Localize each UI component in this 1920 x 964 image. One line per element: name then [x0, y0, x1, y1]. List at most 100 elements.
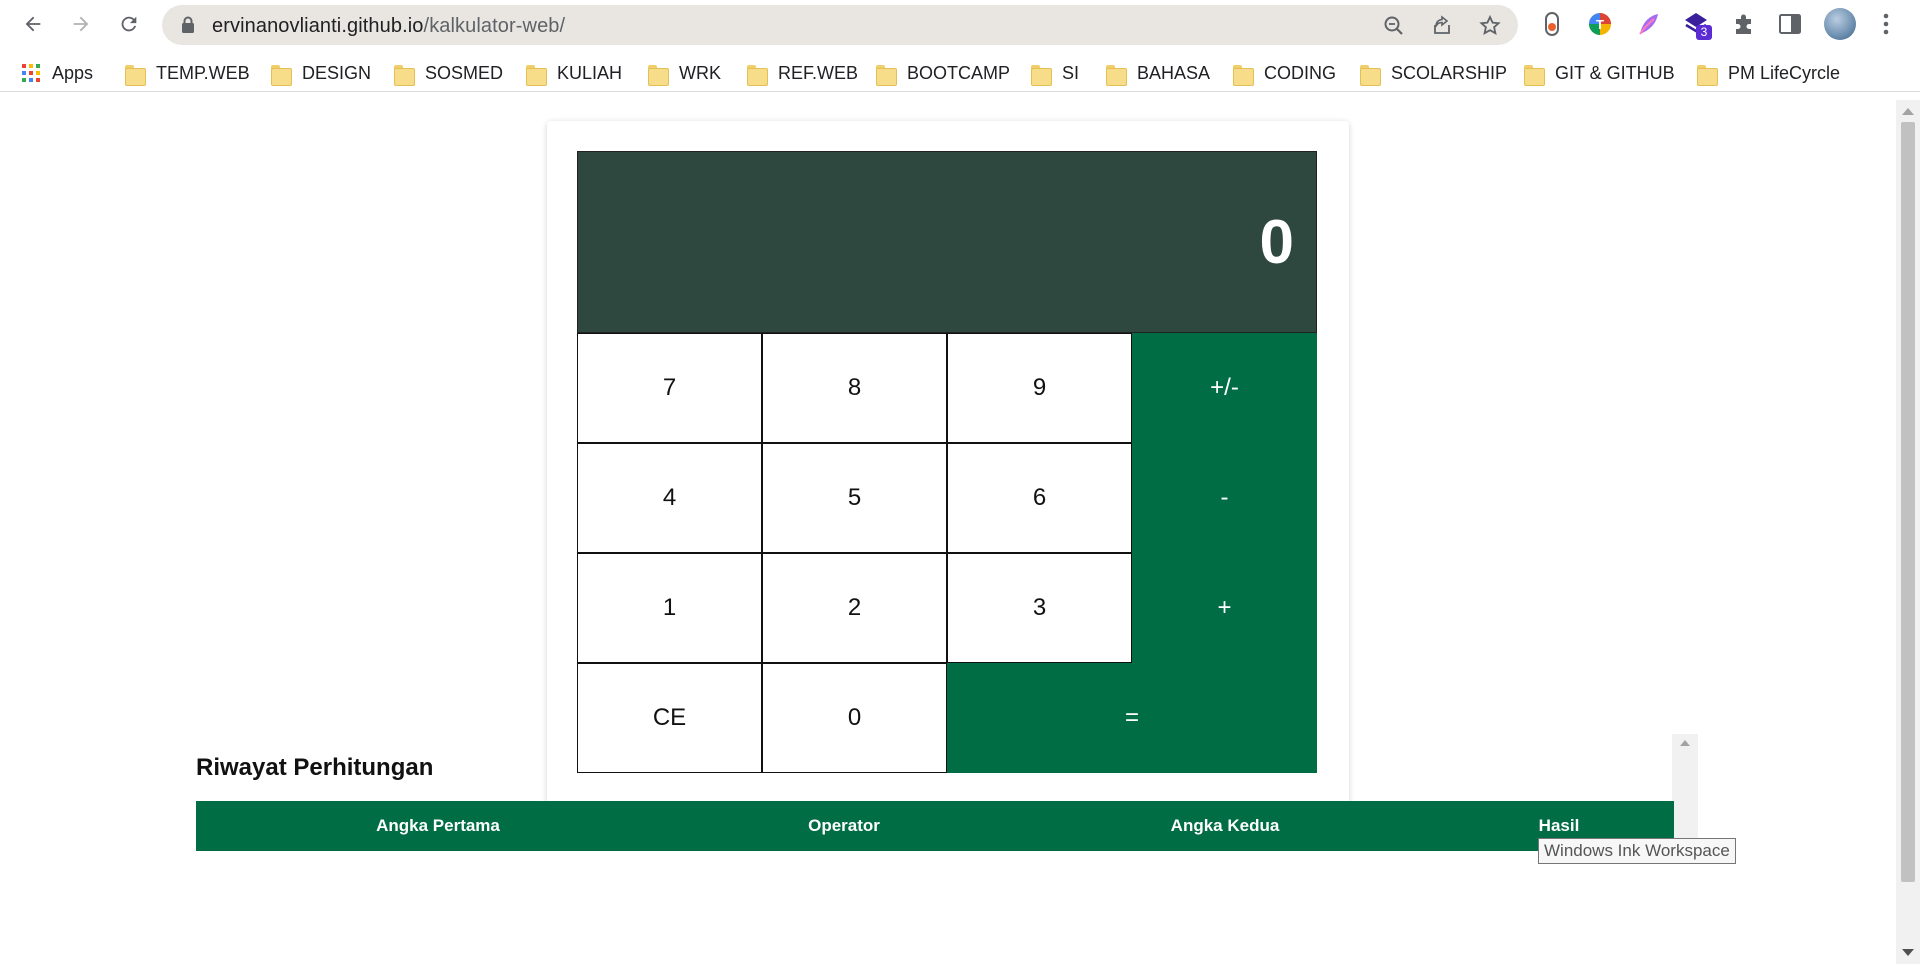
bookmark-label: Apps: [52, 62, 94, 83]
key-7[interactable]: 7: [577, 333, 762, 443]
calculator-display: 0: [577, 151, 1317, 333]
bookmark-folder-git-github[interactable]: GIT & GITHUB: [1524, 60, 1675, 86]
url-path: /kalkulator-web/: [423, 15, 566, 37]
back-button[interactable]: [17, 8, 49, 40]
folder-icon: [125, 65, 146, 86]
scroll-up-arrow-icon[interactable]: [1902, 108, 1914, 115]
zoom-icon[interactable]: [1382, 14, 1406, 38]
folder-icon: [1031, 65, 1052, 86]
apps-grid-icon: [22, 64, 40, 82]
bookmark-label: CODING: [1264, 62, 1336, 83]
key-8[interactable]: 8: [762, 333, 947, 443]
bookmark-label: SOSMED: [425, 62, 504, 83]
bookmark-folder-scolarship[interactable]: SCOLARSHIP: [1360, 60, 1507, 86]
column-header: Hasil: [1538, 816, 1580, 835]
tooltip: Windows Ink Workspace: [1538, 838, 1736, 864]
key-1[interactable]: 1: [577, 553, 762, 663]
minus-button[interactable]: -: [1132, 443, 1317, 553]
bookmark-folder-si[interactable]: SI: [1031, 60, 1079, 86]
key-5[interactable]: 5: [762, 443, 947, 553]
url-host: ervinanovlianti.github.io: [212, 15, 424, 37]
extension-capsule-icon[interactable]: [1538, 10, 1566, 38]
key-9[interactable]: 9: [947, 333, 1132, 443]
bookmarks-bar: Apps TEMP.WEB DESIGN SOSMED KULIAH WRK R…: [0, 52, 1920, 92]
side-panel-icon[interactable]: [1776, 10, 1804, 38]
extension-badge: 3: [1696, 25, 1712, 40]
history-title: Riwayat Perhitungan: [196, 754, 434, 781]
column-header: Angka Kedua: [1170, 816, 1280, 835]
folder-icon: [271, 65, 292, 86]
folder-icon: [747, 65, 768, 86]
calculator: 0 7 8 9 +/- 4 5 6 - 1 2 3 + CE 0 =: [577, 151, 1317, 773]
key-3[interactable]: 3: [947, 553, 1132, 663]
folder-icon: [394, 65, 415, 86]
key-4[interactable]: 4: [577, 443, 762, 553]
bookmark-label: BOOTCAMP: [907, 62, 1011, 83]
bookmark-folder-design[interactable]: DESIGN: [271, 60, 371, 86]
extension-stack-icon[interactable]: 3: [1682, 10, 1712, 40]
column-header: Operator: [808, 816, 880, 835]
display-value: 0: [1259, 207, 1294, 277]
bookmark-folder-pm-lifecyrcle[interactable]: PM LifeCyrcle: [1697, 60, 1840, 86]
bookmark-label: PM LifeCyrcle: [1728, 62, 1841, 83]
scroll-up-arrow-icon[interactable]: [1680, 740, 1690, 746]
folder-icon: [1233, 65, 1254, 86]
plus-button[interactable]: +: [1132, 553, 1317, 663]
bookmark-label: REF.WEB: [778, 62, 859, 83]
folder-icon: [1106, 65, 1127, 86]
calculator-card: 0 7 8 9 +/- 4 5 6 - 1 2 3 + CE 0 =: [547, 121, 1349, 805]
bookmark-apps[interactable]: Apps: [22, 60, 93, 86]
bookmark-folder-ref-web[interactable]: REF.WEB: [747, 60, 858, 86]
url-text: ervinanovlianti.github.io/kalkulator-web…: [212, 15, 565, 38]
forward-button[interactable]: [65, 8, 97, 40]
bookmark-folder-sosmed[interactable]: SOSMED: [394, 60, 503, 86]
extension-t-icon[interactable]: T: [1586, 10, 1614, 38]
folder-icon: [526, 65, 547, 86]
bookmark-label: TEMP.WEB: [156, 62, 250, 83]
key-6[interactable]: 6: [947, 443, 1132, 553]
folder-icon: [876, 65, 897, 86]
more-menu-icon[interactable]: [1876, 10, 1896, 38]
profile-avatar[interactable]: [1824, 8, 1856, 40]
folder-icon: [1524, 65, 1545, 86]
address-bar[interactable]: ervinanovlianti.github.io/kalkulator-web…: [162, 5, 1518, 45]
bookmark-label: KULIAH: [557, 62, 623, 83]
key-2[interactable]: 2: [762, 553, 947, 663]
bookmark-label: BAHASA: [1137, 62, 1211, 83]
share-icon[interactable]: [1430, 14, 1454, 38]
arrow-right-icon: [73, 16, 89, 32]
bookmark-label: SCOLARSHIP: [1391, 62, 1508, 83]
folder-icon: [1360, 65, 1381, 86]
toolbar: ervinanovlianti.github.io/kalkulator-web…: [0, 0, 1920, 48]
extension-feather-icon[interactable]: [1634, 10, 1662, 38]
bookmark-star-icon[interactable]: [1478, 14, 1502, 38]
bookmark-folder-kuliah[interactable]: KULIAH: [526, 60, 622, 86]
bookmark-folder-wrk[interactable]: WRK: [648, 60, 721, 86]
key-0[interactable]: 0: [762, 663, 947, 773]
bookmark-folder-bahasa[interactable]: BAHASA: [1106, 60, 1210, 86]
extensions-puzzle-icon[interactable]: [1730, 10, 1758, 38]
folder-icon: [1697, 65, 1718, 86]
column-header: Angka Pertama: [376, 816, 500, 835]
lock-icon: [182, 16, 194, 33]
page-scrollbar[interactable]: [1896, 100, 1920, 964]
arrow-left-icon: [25, 16, 41, 32]
browser-chrome: ervinanovlianti.github.io/kalkulator-web…: [0, 0, 1920, 100]
equals-button[interactable]: =: [947, 663, 1317, 773]
bookmark-folder-temp-web[interactable]: TEMP.WEB: [125, 60, 250, 86]
bookmark-label: GIT & GITHUB: [1555, 62, 1675, 83]
clear-button[interactable]: CE: [577, 663, 762, 773]
bookmark-label: WRK: [679, 62, 721, 83]
folder-icon: [648, 65, 669, 86]
bookmark-folder-coding[interactable]: CODING: [1233, 60, 1336, 86]
scroll-down-arrow-icon[interactable]: [1902, 949, 1914, 956]
svg-text:T: T: [1596, 17, 1604, 32]
negate-button[interactable]: +/-: [1132, 333, 1317, 443]
reload-icon: [121, 16, 137, 32]
history-table-header: Angka Pertama Operator Angka Kedua Hasil: [196, 801, 1674, 851]
bookmark-label: DESIGN: [302, 62, 372, 83]
bookmark-folder-bootcamp[interactable]: BOOTCAMP: [876, 60, 1010, 86]
reload-button[interactable]: [113, 8, 145, 40]
scroll-thumb[interactable]: [1901, 122, 1915, 882]
bookmark-label: SI: [1062, 62, 1080, 83]
